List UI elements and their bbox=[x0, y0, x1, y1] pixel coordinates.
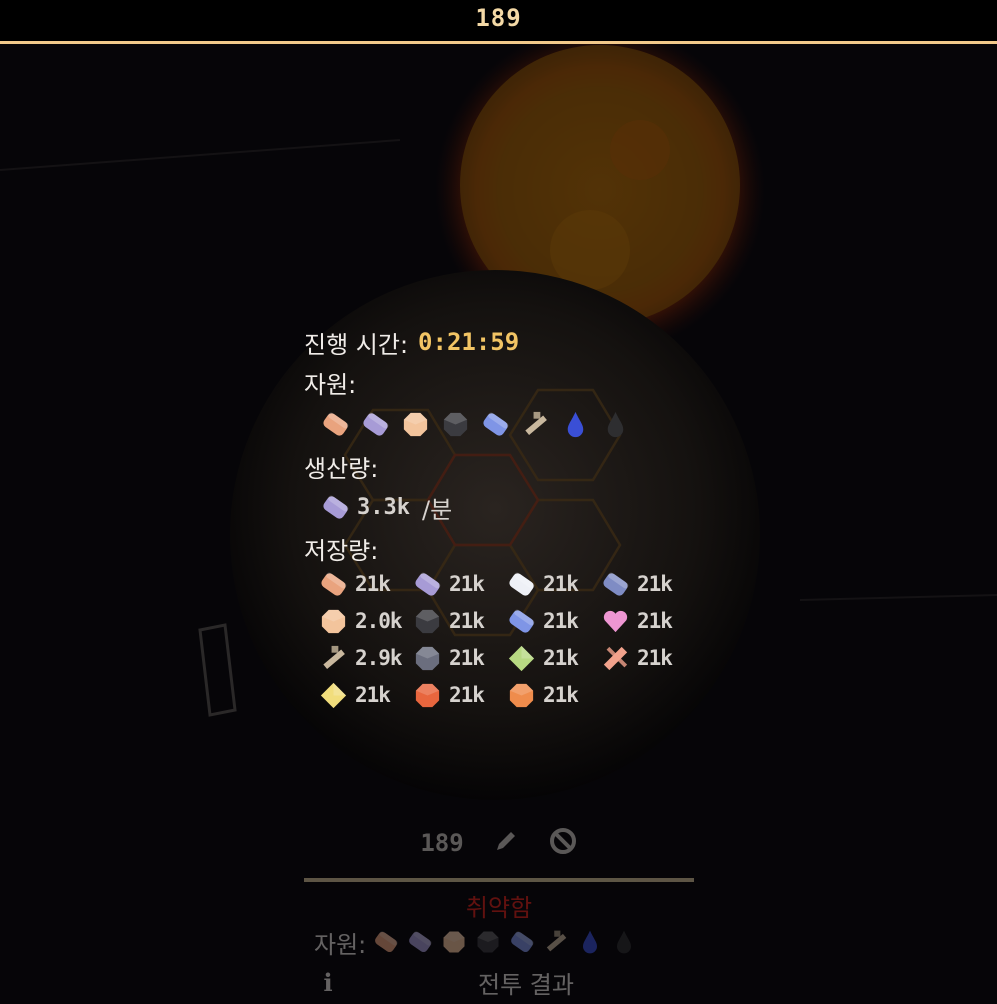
lead-bar-icon bbox=[360, 409, 391, 440]
storage-entry: 21k bbox=[318, 679, 412, 711]
pyratite-icon bbox=[506, 680, 537, 711]
copper-bar-icon bbox=[320, 409, 351, 440]
sector-panel: 189 취약함 자원: i 전투 결과 bbox=[304, 820, 694, 999]
production-unit: /분 bbox=[421, 495, 453, 524]
storage-value: 2.0k bbox=[355, 609, 403, 633]
storage-value: 21k bbox=[637, 646, 673, 670]
storage-value: 21k bbox=[355, 572, 391, 596]
sector-panel-resources: 자원: bbox=[314, 924, 694, 960]
storage-entry: 21k bbox=[600, 605, 694, 637]
metaglass-icon bbox=[506, 569, 537, 600]
water-drop-icon bbox=[560, 409, 591, 440]
plastanium-icon bbox=[506, 643, 537, 674]
titanium-icon bbox=[506, 606, 537, 637]
storage-entry: 21k bbox=[412, 679, 506, 711]
storage-value: 21k bbox=[637, 609, 673, 633]
battle-result-label: 전투 결과 bbox=[478, 970, 574, 999]
storage-entry: 21k bbox=[412, 605, 506, 637]
production-entry: 3.3k /분 bbox=[320, 486, 724, 528]
resources-heading: 자원: bbox=[304, 362, 724, 402]
production-label: 생산량: bbox=[304, 454, 379, 483]
sector-number: 189 bbox=[475, 4, 522, 32]
top-bar: 189 bbox=[0, 0, 997, 44]
coal-icon bbox=[412, 606, 443, 637]
scrap-icon bbox=[542, 928, 570, 956]
lead-bar-icon bbox=[412, 569, 443, 600]
copper-bar-icon bbox=[318, 569, 349, 600]
storage-entry: 21k bbox=[506, 642, 600, 674]
storage-heading: 저장량: bbox=[304, 528, 724, 568]
scrap-icon bbox=[520, 409, 551, 440]
storage-value: 21k bbox=[637, 572, 673, 596]
scrap-icon bbox=[318, 643, 349, 674]
titanium-icon bbox=[508, 928, 536, 956]
resources-icon-list bbox=[320, 402, 724, 446]
storage-entry: 21k bbox=[600, 568, 694, 600]
storage-value: 21k bbox=[449, 609, 485, 633]
storage-value: 21k bbox=[449, 646, 485, 670]
surge-alloy-icon bbox=[318, 680, 349, 711]
sand-icon bbox=[318, 606, 349, 637]
storage-entry: 21k bbox=[506, 568, 600, 600]
prohibited-icon[interactable] bbox=[548, 826, 578, 860]
storage-label: 저장량: bbox=[304, 536, 379, 565]
rename-pencil-icon[interactable] bbox=[492, 827, 520, 859]
elapsed-time-row: 진행 시간: 0:21:59 bbox=[304, 322, 724, 362]
spore-pod-icon bbox=[412, 680, 443, 711]
battle-result-row[interactable]: i 전투 결과 bbox=[304, 960, 694, 1004]
sand-icon bbox=[440, 928, 468, 956]
storage-value: 21k bbox=[449, 683, 485, 707]
thorium-icon bbox=[600, 606, 631, 637]
storage-value: 21k bbox=[543, 646, 579, 670]
resources-label: 자원: bbox=[304, 370, 357, 399]
storage-entry: 21k bbox=[318, 568, 412, 600]
storage-entry: 21k bbox=[506, 679, 600, 711]
oil-drop-icon bbox=[610, 928, 638, 956]
phase-fabric-icon bbox=[600, 643, 631, 674]
storage-entry: 21k bbox=[412, 642, 506, 674]
production-heading: 생산량: bbox=[304, 446, 724, 486]
water-drop-icon bbox=[576, 928, 604, 956]
storage-entry: 21k bbox=[600, 642, 694, 674]
production-value: 3.3k bbox=[357, 494, 410, 520]
storage-value: 21k bbox=[355, 683, 391, 707]
storage-entry: 21k bbox=[506, 605, 600, 637]
storage-entry: 21k bbox=[412, 568, 506, 600]
storage-entry: 2.0k bbox=[318, 605, 412, 637]
sand-icon bbox=[400, 409, 431, 440]
vulnerable-warning: 취약함 bbox=[465, 894, 533, 922]
silicon-icon bbox=[412, 643, 443, 674]
storage-value: 21k bbox=[543, 683, 579, 707]
oil-drop-icon bbox=[600, 409, 631, 440]
sector-panel-number: 189 bbox=[420, 829, 464, 857]
graphite-icon bbox=[600, 569, 631, 600]
sector-panel-header: 189 bbox=[304, 820, 694, 866]
info-icon[interactable]: i bbox=[318, 968, 338, 997]
elapsed-time-value: 0:21:59 bbox=[418, 328, 520, 356]
game-scene: 189 진행 시간: 0:21:59 자원: 생산량: 3.3k /분 저장량:… bbox=[0, 0, 997, 999]
sector-tooltip: 진행 시간: 0:21:59 자원: 생산량: 3.3k /분 저장량: 21k… bbox=[304, 322, 724, 711]
storage-entry: 2.9k bbox=[318, 642, 412, 674]
storage-value: 21k bbox=[543, 572, 579, 596]
lead-bar-icon bbox=[320, 492, 351, 523]
storage-value: 21k bbox=[449, 572, 485, 596]
sector-panel-divider bbox=[304, 878, 694, 882]
lead-bar-icon bbox=[406, 928, 434, 956]
copper-bar-icon bbox=[372, 928, 400, 956]
sector-panel-resources-label: 자원: bbox=[314, 930, 367, 959]
coal-icon bbox=[474, 928, 502, 956]
elapsed-time-label: 진행 시간: bbox=[304, 330, 409, 359]
storage-value: 21k bbox=[543, 609, 579, 633]
titanium-icon bbox=[480, 409, 511, 440]
storage-grid: 21k 21k 21k 21k 2.0k 21k 21k 21k 2.9k 21k 21k 21k 21… bbox=[318, 568, 724, 711]
coal-icon bbox=[440, 409, 471, 440]
storage-value: 2.9k bbox=[355, 646, 403, 670]
